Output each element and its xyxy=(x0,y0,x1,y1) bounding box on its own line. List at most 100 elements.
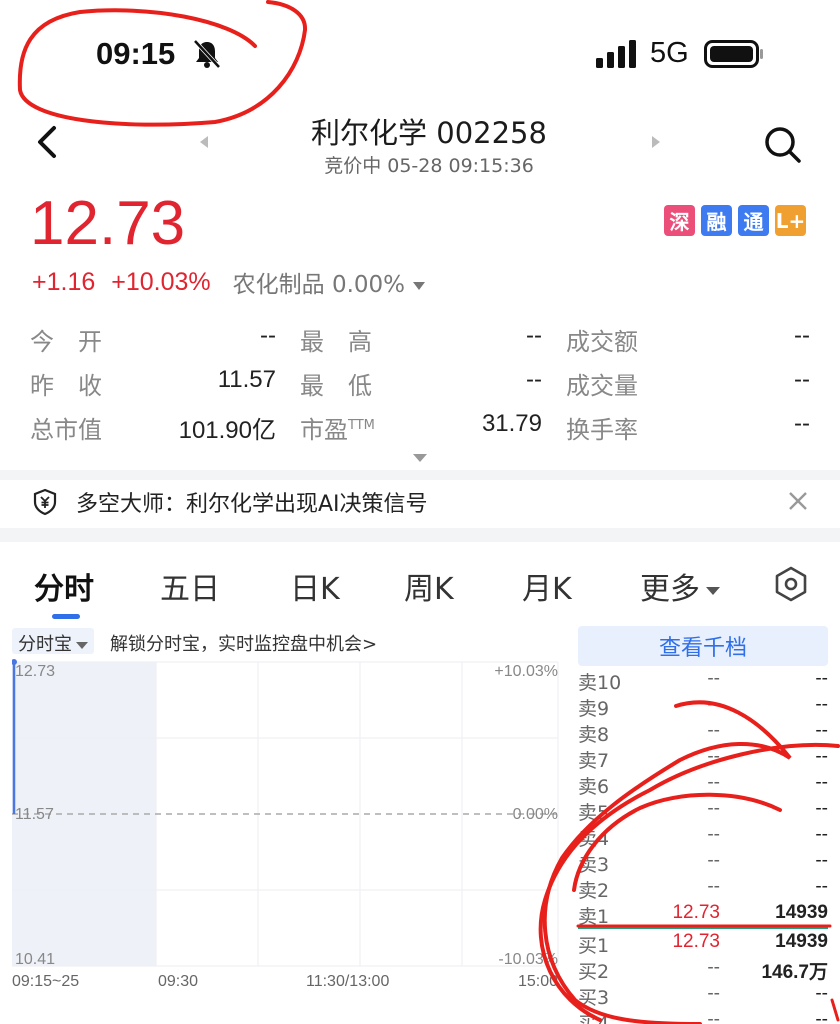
x-tick-label: 09:15~25 xyxy=(12,973,79,988)
stat-value-open: -- xyxy=(260,322,276,349)
orderbook-volume: -- xyxy=(815,983,828,1004)
stat-label-volume: 成交量 xyxy=(566,372,638,400)
badge-tong[interactable]: 通 xyxy=(738,205,769,236)
orderbook-level-label: 卖5 xyxy=(578,802,610,824)
orderbook-row-buy: 买4 -- -- xyxy=(578,1007,828,1024)
orderbook-level-label: 卖1 xyxy=(578,906,610,928)
orderbook-price: -- xyxy=(707,850,720,871)
chevron-down-icon xyxy=(706,586,720,595)
intraday-chart[interactable]: 12.73 11.57 10.41 +10.03% 0.00% -10.03% 09:15~… xyxy=(12,656,560,988)
orderbook-row-sell: 卖2 -- -- xyxy=(578,874,828,902)
orderbook-price: 12.73 xyxy=(672,931,720,952)
orderbook-volume: -- xyxy=(815,746,828,767)
orderbook-volume: 14939 xyxy=(775,902,828,923)
orderbook-level-label: 买2 xyxy=(578,961,610,983)
orderbook-row-sell: 卖10 -- -- xyxy=(578,666,828,694)
orderbook-price: -- xyxy=(707,798,720,819)
tab-intraday[interactable]: 分时 xyxy=(34,564,94,608)
stat-label-prev-close: 昨 收 xyxy=(30,372,102,400)
orderbook-price: -- xyxy=(707,824,720,845)
expand-stats-icon[interactable] xyxy=(413,454,427,462)
status-time: 09:15 xyxy=(96,36,176,71)
orderbook-level-label: 卖4 xyxy=(578,828,610,850)
orderbook-price: -- xyxy=(707,720,720,741)
tab-five-day[interactable]: 五日 xyxy=(160,564,220,608)
orderbook-row-sell: 卖6 -- -- xyxy=(578,770,828,798)
tab-more[interactable]: 更多 xyxy=(640,564,720,608)
view-more-levels-button[interactable]: 查看千档 xyxy=(578,626,828,666)
orderbook-row-sell: 卖4 -- -- xyxy=(578,822,828,850)
stat-value-prev-close: 11.57 xyxy=(217,366,276,393)
section-divider xyxy=(0,470,840,480)
orderbook-price: -- xyxy=(707,772,720,793)
orderbook-price: 12.73 xyxy=(672,902,720,923)
orderbook-volume: 146.7万 xyxy=(761,962,828,983)
orderbook-level-label: 卖2 xyxy=(578,880,610,902)
bell-muted-icon xyxy=(193,39,221,69)
orderbook-row-buy: 买1 12.73 14939 xyxy=(578,929,828,957)
orderbook-row-sell: 卖7 -- -- xyxy=(578,744,828,772)
network-label: 5G xyxy=(650,37,689,69)
price-change: +1.16 xyxy=(32,267,96,296)
stat-value-market-cap: 101.90亿 xyxy=(178,417,276,444)
orderbook-level-label: 卖10 xyxy=(578,672,622,694)
orderbook-volume: -- xyxy=(815,798,828,819)
sector-label: 农化制品 0.00% xyxy=(232,272,406,298)
change-row: +1.16 +10.03% 农化制品 0.00% xyxy=(32,265,426,299)
tab-weekly-k[interactable]: 周K xyxy=(404,564,454,608)
sector-link[interactable]: 农化制品 0.00% xyxy=(232,265,426,299)
badge-shen[interactable]: 深 xyxy=(664,205,695,236)
orderbook-level-label: 卖8 xyxy=(578,724,610,746)
battery-icon xyxy=(704,40,763,68)
orderbook-level-label: 卖3 xyxy=(578,854,610,876)
x-tick-label: 11:30/13:00 xyxy=(306,973,389,988)
pe-ttm-sup: TTM xyxy=(348,418,375,433)
x-tick-label: 09:30 xyxy=(158,973,198,988)
orderbook-volume: -- xyxy=(815,772,828,793)
orderbook-level-label: 卖7 xyxy=(578,750,610,772)
chart-tag-label: 分时宝 xyxy=(18,634,72,655)
orderbook-price: -- xyxy=(707,876,720,897)
stats-grid: 今 开 -- 最 高 -- 成交额 -- 昨 收 11.57 最 低 -- 成交… xyxy=(30,322,812,454)
tab-more-label: 更多 xyxy=(640,572,700,607)
stat-value-volume: -- xyxy=(794,366,810,393)
search-icon[interactable] xyxy=(760,122,804,166)
stat-label-high: 最 高 xyxy=(300,328,372,356)
prev-stock-arrow[interactable] xyxy=(196,134,212,150)
chart-tabs: 分时 五日 日K 周K 月K 更多 xyxy=(0,560,840,619)
stat-value-low: -- xyxy=(526,366,542,393)
next-stock-arrow[interactable] xyxy=(648,134,664,150)
orderbook-row-buy: 买3 -- -- xyxy=(578,981,828,1009)
orderbook-price: -- xyxy=(707,1009,720,1024)
chart-tag-fenshibao[interactable]: 分时宝 xyxy=(12,628,94,655)
section-divider xyxy=(0,528,840,542)
tab-daily-k[interactable]: 日K xyxy=(290,564,340,608)
orderbook-level-label: 卖6 xyxy=(578,776,610,798)
x-tick-label: 15:00 xyxy=(518,973,558,988)
orderbook-volume: -- xyxy=(815,850,828,871)
tab-monthly-k[interactable]: 月K xyxy=(522,564,572,608)
orderbook-row-sell: 卖1 12.73 14939 xyxy=(578,900,828,928)
y-tick-label-left: 11.57 xyxy=(15,806,54,823)
price-change-pct: +10.03% xyxy=(111,267,211,296)
sector-caret-icon xyxy=(413,281,426,290)
orderbook-price: -- xyxy=(707,668,720,689)
signal-icon xyxy=(596,40,636,68)
notice-bar[interactable]: 多空大师：利尔化学出现AI决策信号 xyxy=(0,480,840,524)
close-icon[interactable] xyxy=(786,489,810,513)
back-button[interactable] xyxy=(26,120,70,164)
orderbook-volume: -- xyxy=(815,1009,828,1024)
stats-row: 今 开 -- 最 高 -- 成交额 -- xyxy=(30,322,812,366)
badge-level2[interactable]: L+ xyxy=(775,205,806,236)
intraday-chart-svg: 12.73 11.57 10.41 +10.03% 0.00% -10.03% 09:15~… xyxy=(12,659,559,988)
chevron-down-icon xyxy=(76,641,88,649)
settings-hexagon-icon[interactable] xyxy=(772,565,810,603)
status-bar: 09:15 5G xyxy=(0,0,840,108)
orderbook-level-label: 卖9 xyxy=(578,698,610,720)
stat-label-market-cap: 总市值 xyxy=(30,416,102,444)
badge-rong[interactable]: 融 xyxy=(701,205,732,236)
stat-label-turnover-amount: 成交额 xyxy=(566,328,638,356)
current-price: 12.73 xyxy=(30,189,186,258)
chart-promo-link[interactable]: 解锁分时宝，实时监控盘中机会> xyxy=(110,630,377,656)
orderbook-row-buy: 买2 -- 146.7万 xyxy=(578,955,828,983)
